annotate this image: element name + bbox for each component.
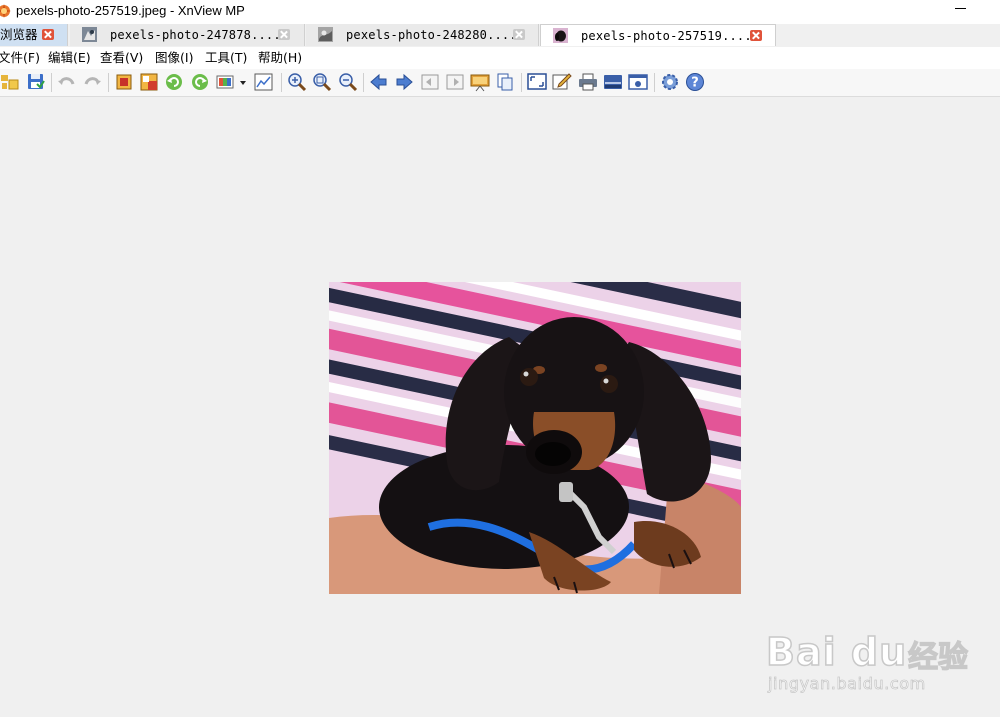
zoom-out-icon[interactable]	[338, 72, 358, 92]
previous-icon[interactable]	[369, 72, 389, 92]
menu-image[interactable]: 图像(I)	[155, 50, 193, 66]
tab-image-257519[interactable]: pexels-photo-257519....	[540, 24, 776, 46]
close-tab-icon[interactable]	[42, 29, 54, 40]
baidu-watermark: Bai du 经验 jingyan.baidu.com	[765, 610, 1000, 700]
zoom-fit-icon[interactable]	[312, 72, 332, 92]
xnview-app-icon[interactable]	[0, 3, 12, 19]
edit-icon[interactable]	[552, 72, 572, 92]
redo-icon[interactable]	[82, 72, 102, 92]
menu-bar: 文件(F) 编辑(E) 查看(V) 图像(I) 工具(T) 帮助(H)	[0, 47, 1000, 69]
image-thumbnail-icon	[318, 27, 333, 42]
watermark-jingyan: 经验	[907, 639, 968, 675]
open-folder-icon[interactable]	[0, 72, 20, 92]
resize-icon[interactable]	[139, 72, 159, 92]
crop-icon[interactable]	[114, 72, 134, 92]
image-thumbnail-icon	[553, 28, 568, 43]
first-page-icon[interactable]	[420, 72, 440, 92]
menu-help[interactable]: 帮助(H)	[258, 50, 302, 66]
screenshot-icon[interactable]	[628, 72, 648, 92]
fullscreen-icon[interactable]	[527, 72, 547, 92]
toolbar-separator	[521, 73, 522, 92]
close-tab-icon[interactable]	[278, 29, 290, 40]
minimize-button[interactable]	[948, 0, 974, 18]
save-icon[interactable]	[26, 72, 46, 92]
chevron-down-icon[interactable]	[238, 72, 248, 92]
zoom-in-icon[interactable]	[287, 72, 307, 92]
menu-file[interactable]: 文件(F)	[0, 50, 40, 66]
toolbar: ?	[0, 69, 1000, 97]
rotate-right-icon[interactable]	[190, 72, 210, 92]
adjust-colors-icon[interactable]	[216, 72, 236, 92]
watermark-logo: Bai du	[765, 629, 908, 675]
tab-browser[interactable]: 浏览器	[0, 24, 68, 46]
scanner-icon[interactable]	[603, 72, 623, 92]
help-icon[interactable]: ?	[685, 72, 705, 92]
tab-bar: 浏览器 pexels-photo-247878.... pexels-photo…	[0, 24, 1000, 46]
tab-image-248280[interactable]: pexels-photo-248280....	[306, 24, 539, 46]
svg-text:?: ?	[691, 76, 699, 91]
toolbar-separator	[654, 73, 655, 92]
close-tab-icon[interactable]	[513, 29, 525, 40]
histogram-icon[interactable]	[254, 72, 274, 92]
watermark-url: jingyan.baidu.com	[768, 674, 926, 694]
last-page-icon[interactable]	[445, 72, 465, 92]
toolbar-separator	[281, 73, 282, 92]
rotate-left-icon[interactable]	[164, 72, 184, 92]
undo-icon[interactable]	[57, 72, 77, 92]
tab-label: 浏览器	[0, 28, 38, 42]
window-title: pexels-photo-257519.jpeg - XnView MP	[16, 3, 245, 18]
settings-icon[interactable]	[660, 72, 680, 92]
image-thumbnail-icon	[82, 27, 97, 42]
toolbar-separator	[108, 73, 109, 92]
tab-label: pexels-photo-247878....	[110, 28, 281, 42]
tab-image-247878[interactable]: pexels-photo-247878....	[70, 24, 305, 46]
menu-edit[interactable]: 编辑(E)	[48, 50, 91, 66]
title-bar: pexels-photo-257519.jpeg - XnView MP	[0, 0, 1000, 24]
slideshow-icon[interactable]	[470, 72, 490, 92]
toolbar-separator	[363, 73, 364, 92]
toolbar-separator	[51, 73, 52, 92]
close-tab-icon[interactable]	[750, 30, 762, 41]
menu-view[interactable]: 查看(V)	[100, 50, 143, 66]
displayed-photo[interactable]	[329, 282, 741, 594]
copy-icon[interactable]	[495, 72, 515, 92]
menu-tools[interactable]: 工具(T)	[205, 50, 247, 66]
tab-label: pexels-photo-257519....	[581, 29, 752, 43]
print-icon[interactable]	[578, 72, 598, 92]
next-icon[interactable]	[394, 72, 414, 92]
tab-label: pexels-photo-248280....	[346, 28, 517, 42]
